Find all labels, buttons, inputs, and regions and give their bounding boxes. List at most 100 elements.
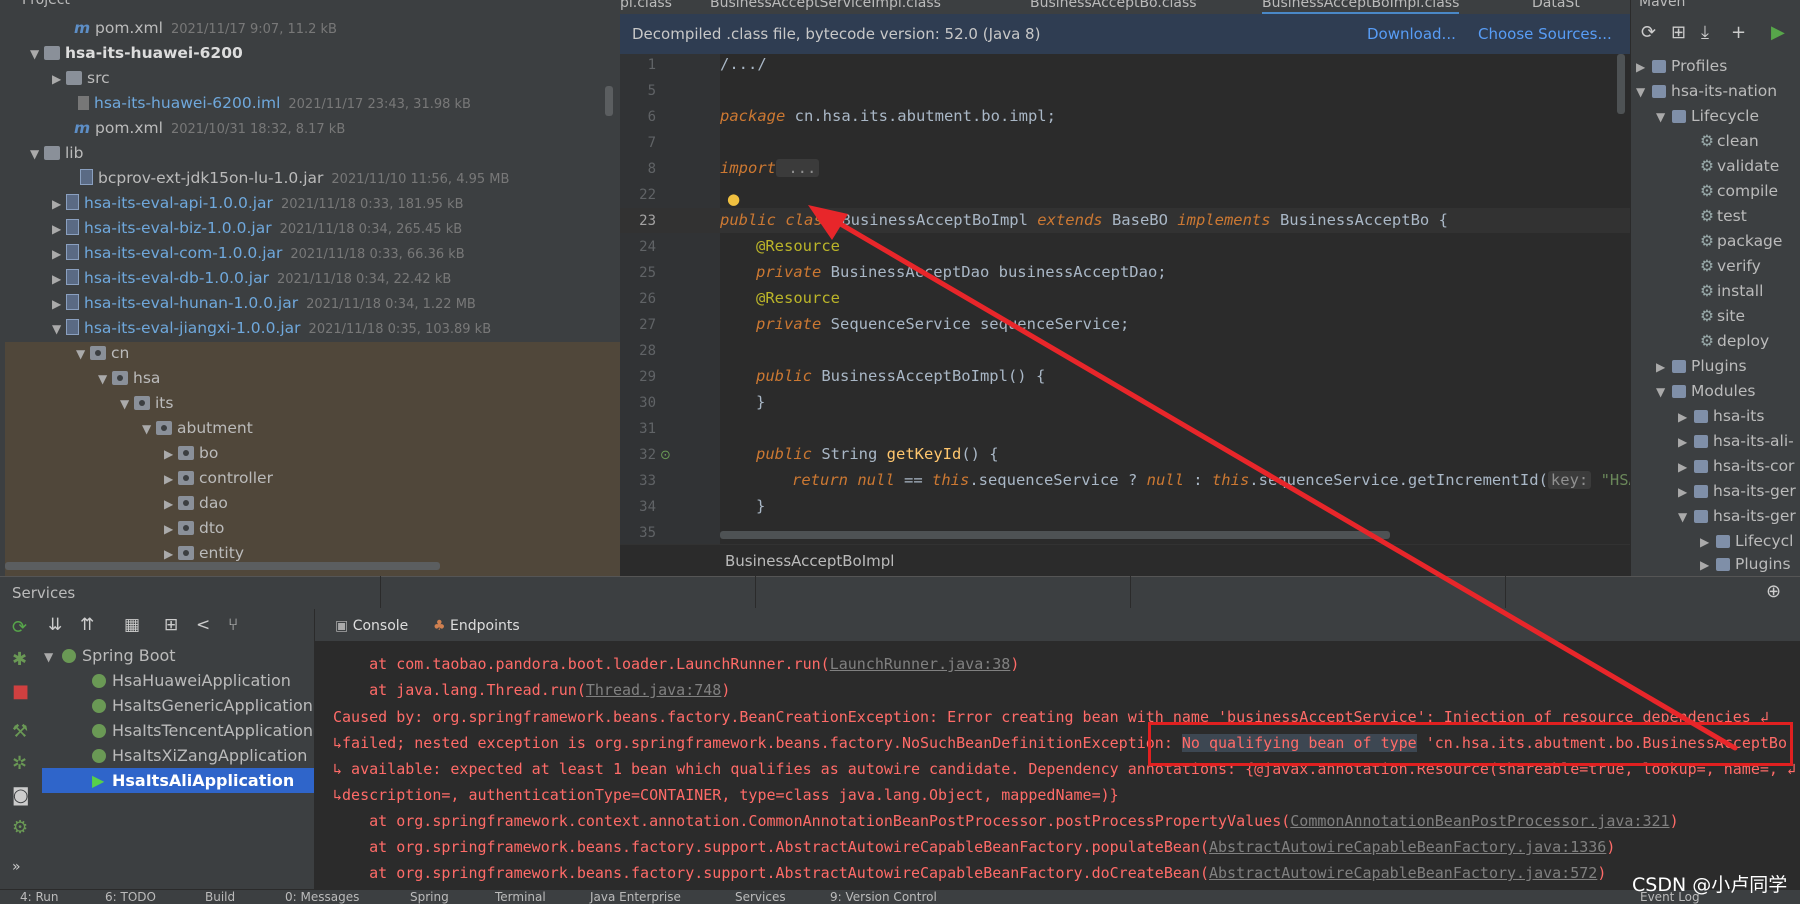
lightbulb-icon[interactable]: ● xyxy=(727,190,740,208)
services-app[interactable]: HsaItsGenericApplication xyxy=(92,693,313,718)
tree-item-pom[interactable]: m pom.xml 2021/11/17 9:07, 11.2 kB xyxy=(74,16,337,41)
services-app-selected[interactable]: ▶ HsaItsAliApplication xyxy=(92,768,294,793)
tree-item-package[interactable]: ▼ abutment xyxy=(142,416,253,441)
expand-arrow-icon[interactable]: ▼ xyxy=(1656,380,1672,405)
tree-item-jar[interactable]: ▼ hsa-its-eval-jiangxi-1.0.0.jar 2021/11/1… xyxy=(52,316,491,341)
tool-tab-services[interactable]: Services xyxy=(735,890,786,904)
collapse-arrow-icon[interactable]: ▶ xyxy=(52,267,66,292)
tree-item-lib[interactable]: ▼ lib xyxy=(30,141,83,166)
tree-item-jar[interactable]: bcprov-ext-jdk15on-lu-1.0.jar 2021/11/10 … xyxy=(80,166,509,191)
services-app[interactable]: HsaHuaweiApplication xyxy=(92,668,291,693)
maven-goal[interactable]: ⚙ install xyxy=(1700,279,1763,304)
stack-link[interactable]: CommonAnnotationBeanPostProcessor.java:3… xyxy=(1290,812,1669,830)
tool-tab-build[interactable]: Build xyxy=(205,890,235,904)
collapse-arrow-icon[interactable]: ▶ xyxy=(164,442,178,467)
collapse-arrow-icon[interactable]: ▶ xyxy=(52,242,66,267)
expand-arrow-icon[interactable]: ▼ xyxy=(1656,105,1672,130)
expand-arrow-icon[interactable]: ▼ xyxy=(120,392,134,417)
services-app[interactable]: HsaItsTencentApplication xyxy=(92,718,313,743)
expand-arrow-icon[interactable]: ▼ xyxy=(44,645,62,670)
maven-item[interactable]: ▶ Plugins xyxy=(1656,354,1747,379)
plus-icon[interactable]: + xyxy=(1731,22,1746,43)
tree-item-package[interactable]: ▼ its xyxy=(120,391,173,416)
maven-goal[interactable]: ⚙ compile xyxy=(1700,179,1778,204)
folded-imports[interactable]: ... xyxy=(776,159,820,177)
collapse-arrow-icon[interactable]: ▶ xyxy=(52,292,66,317)
tree-item-package[interactable]: ▶ dao xyxy=(164,491,228,516)
tool-tab-run[interactable]: 4: Run xyxy=(20,890,59,904)
tool-tab-version-control[interactable]: 9: Version Control xyxy=(830,890,937,904)
maven-item[interactable]: ▼ Modules xyxy=(1656,379,1755,404)
tool-tab-messages[interactable]: 0: Messages xyxy=(285,890,359,904)
collapse-arrow-icon[interactable]: ▶ xyxy=(1678,405,1694,430)
choose-sources-link[interactable]: Choose Sources... xyxy=(1478,25,1612,43)
reload-icon[interactable]: ⟳ xyxy=(1641,22,1656,43)
stack-link[interactable]: AbstractAutowireCapableBeanFactory.java:… xyxy=(1209,838,1606,856)
collapse-arrow-icon[interactable]: ▶ xyxy=(52,192,66,217)
maven-item[interactable]: ▶ hsa-its-ger xyxy=(1678,479,1796,504)
tool-tab-terminal[interactable]: Terminal xyxy=(495,890,546,904)
tree-item-package[interactable]: ▶ bo xyxy=(164,441,218,466)
collapse-arrow-icon[interactable]: ▶ xyxy=(164,517,178,542)
collapse-arrow-icon[interactable]: ▶ xyxy=(1636,55,1652,80)
collapse-all-icon[interactable]: ⇈ xyxy=(80,615,94,635)
maven-goal[interactable]: ⚙ deploy xyxy=(1700,329,1769,354)
editor-tab[interactable]: pl.class xyxy=(620,0,672,12)
maven-goal[interactable]: ⚙ test xyxy=(1700,204,1747,229)
tool-tab-spring[interactable]: Spring xyxy=(410,890,449,904)
editor-tab[interactable]: BusinessAcceptBo.class xyxy=(1030,0,1197,12)
editor-tab-active[interactable]: BusinessAcceptBoImpl.class xyxy=(1262,0,1460,14)
editor-vertical-scrollbar[interactable] xyxy=(1617,54,1625,114)
bug-icon[interactable]: ✲ xyxy=(12,753,27,774)
maven-goal[interactable]: ⚙ site xyxy=(1700,304,1745,329)
maven-item[interactable]: ▼ hsa-its-ger xyxy=(1678,504,1796,529)
tree-item-iml[interactable]: hsa-its-huawei-6200.iml 2021/11/17 23:43,… xyxy=(78,91,471,116)
expand-arrow-icon[interactable]: ▼ xyxy=(76,342,90,367)
collapse-arrow-icon[interactable]: ▶ xyxy=(1678,480,1694,505)
tree-item-jar[interactable]: ▶ hsa-its-eval-com-1.0.0.jar 2021/11/18 0:… xyxy=(52,241,465,266)
maven-item[interactable]: ▼ Lifecycle xyxy=(1656,104,1759,129)
tree-item-package[interactable]: ▶ dto xyxy=(164,516,224,541)
tree-item-jar[interactable]: ▶ hsa-its-eval-db-1.0.0.jar 2021/11/18 0:3… xyxy=(52,266,451,291)
maven-goal[interactable]: ⚙ verify xyxy=(1700,254,1761,279)
override-marker-icon[interactable]: ⊙ xyxy=(660,448,671,463)
expand-arrow-icon[interactable]: ▼ xyxy=(98,367,112,392)
stack-link[interactable]: Thread.java:748 xyxy=(586,681,721,699)
maven-item[interactable]: ▶ hsa-its-cor xyxy=(1678,454,1794,479)
stack-link[interactable]: LaunchRunner.java:38 xyxy=(830,655,1011,673)
editor-horizontal-scrollbar[interactable] xyxy=(720,531,1390,539)
fork-icon[interactable]: ⑂ xyxy=(228,615,238,635)
maven-goal[interactable]: ⚙ validate xyxy=(1700,154,1779,179)
maven-item[interactable]: ▶ Plugins xyxy=(1700,552,1791,577)
add-folder-icon[interactable]: ⊞ xyxy=(1671,22,1686,43)
maven-goal[interactable]: ⚙ clean xyxy=(1700,129,1759,154)
tree-item-package[interactable]: ▼ hsa xyxy=(98,366,160,391)
expand-arrow-icon[interactable]: ▼ xyxy=(30,42,44,67)
collapse-arrow-icon[interactable]: ▶ xyxy=(164,492,178,517)
camera-icon[interactable]: ◙ xyxy=(12,785,29,806)
expand-arrow-icon[interactable]: ▼ xyxy=(142,417,156,442)
breadcrumb-class[interactable]: BusinessAcceptBoImpl xyxy=(725,552,894,570)
project-vertical-scrollbar[interactable] xyxy=(605,86,613,116)
filter-icon[interactable]: ⊞ xyxy=(164,615,178,635)
services-app[interactable]: HsaItsXiZangApplication xyxy=(92,743,307,768)
maven-goal[interactable]: ⚙ package xyxy=(1700,229,1782,254)
maven-item[interactable]: ▶ hsa-its-ali- xyxy=(1678,429,1794,454)
settings-icon[interactable]: ⚙ xyxy=(12,817,28,838)
more-icon[interactable]: » xyxy=(12,859,21,875)
download-link[interactable]: Download... xyxy=(1367,25,1456,43)
collapse-arrow-icon[interactable]: ▶ xyxy=(52,217,66,242)
hammer-icon[interactable]: ⚒ xyxy=(12,721,28,742)
maven-item[interactable]: ▶ hsa-its xyxy=(1678,404,1764,429)
expand-arrow-icon[interactable]: ▼ xyxy=(1678,505,1694,530)
tree-item-jar[interactable]: ▶ hsa-its-eval-api-1.0.0.jar 2021/11/18 0:… xyxy=(52,191,464,216)
tool-tab-java-enterprise[interactable]: Java Enterprise xyxy=(590,890,681,904)
maven-item[interactable]: ▶ Lifecycl xyxy=(1700,529,1793,554)
tree-item-package[interactable]: ▶ controller xyxy=(164,466,273,491)
download-icon[interactable]: ⤓ xyxy=(1701,22,1709,43)
tree-icon[interactable]: < xyxy=(196,615,210,635)
tree-item-module[interactable]: ▼ hsa-its-huawei-6200 xyxy=(30,41,243,66)
project-horizontal-scrollbar[interactable] xyxy=(5,562,440,570)
run-icon[interactable]: ▶ xyxy=(1771,22,1785,43)
tree-item-pom[interactable]: m pom.xml 2021/10/31 18:32, 8.17 kB xyxy=(74,116,345,141)
